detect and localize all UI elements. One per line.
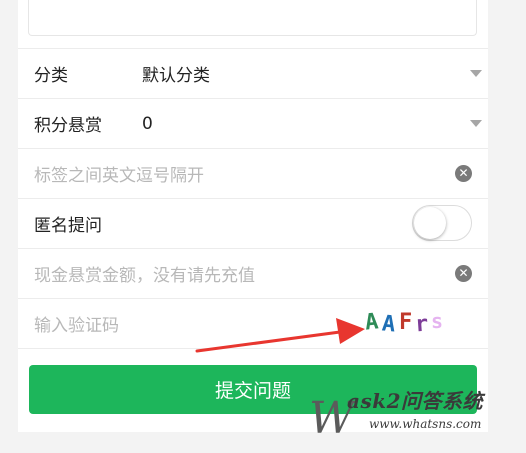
reward-points-label: 积分悬赏 (34, 116, 102, 136)
captcha-input[interactable]: 输入验证码 (34, 311, 119, 336)
anonymous-toggle[interactable] (412, 205, 472, 241)
cash-reward-row: 现金悬赏金额，没有请先充值 ✕ (18, 248, 488, 298)
question-description-textarea[interactable] (28, 0, 477, 36)
clear-icon[interactable]: ✕ (455, 165, 472, 182)
anonymous-label: 匿名提问 (34, 216, 102, 236)
divider (18, 348, 488, 349)
watermark-logo: W ask2问答系统 www.whatsns.com (307, 383, 522, 444)
clear-icon[interactable]: ✕ (455, 265, 472, 282)
anonymous-row: 匿名提问 (18, 198, 488, 248)
watermark-url: www.whatsns.com (369, 417, 482, 431)
tags-row: 标签之间英文逗号隔开 ✕ (18, 148, 488, 198)
reward-points-row[interactable]: 积分悬赏 0 (18, 98, 488, 148)
watermark-title: ask2问答系统 (347, 389, 483, 413)
cash-reward-input[interactable]: 现金悬赏金额，没有请先充值 (34, 261, 255, 286)
toggle-knob (414, 207, 446, 239)
chevron-down-icon[interactable] (470, 120, 482, 127)
category-row[interactable]: 分类 默认分类 (18, 48, 488, 98)
category-label: 分类 (34, 66, 68, 86)
chevron-down-icon[interactable] (470, 70, 482, 77)
captcha-image[interactable]: A A F r s (364, 307, 457, 339)
category-select-value[interactable]: 默认分类 (142, 61, 210, 86)
tags-input[interactable]: 标签之间英文逗号隔开 (34, 161, 204, 186)
reward-points-select-value[interactable]: 0 (142, 114, 153, 134)
